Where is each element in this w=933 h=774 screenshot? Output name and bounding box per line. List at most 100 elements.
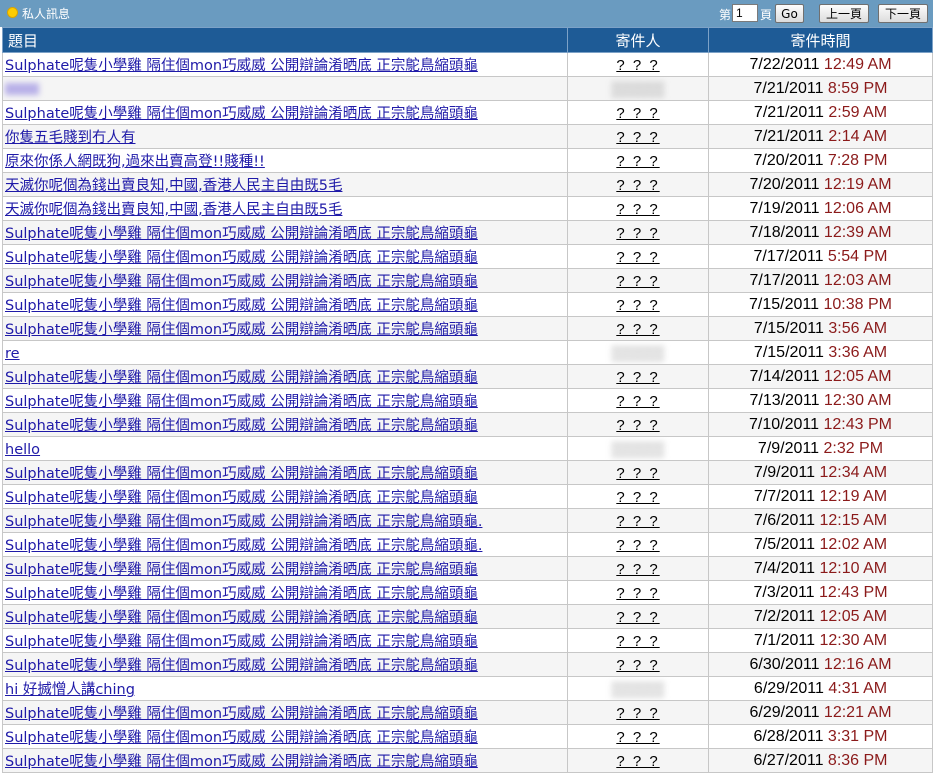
subject-link[interactable]: Sulphate呢隻小學雞 隔住個mon巧威威 公開辯論淆晒底 正宗鴕鳥縮頭龜 bbox=[5, 106, 478, 122]
sender-link[interactable]: ? ? ? bbox=[616, 57, 659, 74]
sender-link[interactable]: ? ? ? bbox=[616, 321, 659, 338]
sender-link[interactable]: ? ? ? bbox=[616, 465, 659, 482]
sender-link[interactable]: ? ? ? bbox=[616, 513, 659, 530]
sent-clock-time: 12:19 AM bbox=[819, 487, 888, 505]
sender-link[interactable]: ? ? ? bbox=[616, 633, 659, 650]
subject-link[interactable]: Sulphate呢隻小學雞 隔住個mon巧威威 公開辯論淆晒底 正宗鴕鳥縮頭龜 bbox=[5, 754, 478, 770]
sender-link[interactable]: ? ? ? bbox=[616, 393, 659, 410]
subject-link[interactable]: Sulphate呢隻小學雞 隔住個mon巧威威 公開辯論淆晒底 正宗鴕鳥縮頭龜 bbox=[5, 370, 478, 386]
subject-link[interactable]: Sulphate呢隻小學雞 隔住個mon巧威威 公開辯論淆晒底 正宗鴕鳥縮頭龜 bbox=[5, 562, 478, 578]
subject-link[interactable]: 天滅你呢個為錢出賣良知,中國,香港人民主自由既5毛 bbox=[5, 202, 342, 218]
next-page-button[interactable]: 下一頁 bbox=[878, 4, 928, 23]
sent-clock-time: 3:36 AM bbox=[828, 343, 888, 361]
subject-link[interactable]: Sulphate呢隻小學雞 隔住個mon巧威威 公開辯論淆晒底 正宗鴕鳥縮頭龜 bbox=[5, 298, 478, 314]
table-row: Sulphate呢隻小學雞 隔住個mon巧威威 公開辯論淆晒底 正宗鴕鳥縮頭龜?… bbox=[2, 700, 933, 725]
subject-link[interactable]: Sulphate呢隻小學雞 隔住個mon巧威威 公開辯論淆晒底 正宗鴕鳥縮頭龜 bbox=[5, 730, 478, 746]
sent-time-cell: 7/17/2011 5:54 PM bbox=[708, 244, 933, 269]
subject-cell: 你隻五毛賤到冇人有 bbox=[2, 124, 568, 149]
sender-link[interactable]: ? ? ? bbox=[616, 249, 659, 266]
subject-link[interactable]: Sulphate呢隻小學雞 隔住個mon巧威威 公開辯論淆晒底 正宗鴕鳥縮頭龜. bbox=[5, 538, 482, 554]
redacted-sender[interactable]: ▒▒▒▒▒ bbox=[611, 681, 664, 698]
sender-link[interactable]: ? ? ? bbox=[616, 537, 659, 554]
column-header-subject[interactable]: 題目 bbox=[2, 27, 568, 53]
redacted-sender[interactable]: ▒▒▒▒▒ bbox=[611, 345, 664, 362]
sent-date: 6/30/2011 bbox=[749, 655, 820, 673]
subject-link[interactable]: hello bbox=[5, 442, 40, 458]
column-header-time[interactable]: 寄件時間 bbox=[708, 27, 933, 53]
sender-cell: ? ? ? bbox=[567, 604, 709, 629]
subject-link[interactable]: Sulphate呢隻小學雞 隔住個mon巧威威 公開辯論淆晒底 正宗鴕鳥縮頭龜 bbox=[5, 706, 478, 722]
sender-cell: ? ? ? bbox=[567, 268, 709, 293]
subject-link[interactable]: 你隻五毛賤到冇人有 bbox=[5, 130, 136, 146]
subject-cell: Sulphate呢隻小學雞 隔住個mon巧威威 公開辯論淆晒底 正宗鴕鳥縮頭龜 bbox=[2, 52, 568, 77]
page-number-input[interactable] bbox=[732, 4, 758, 22]
sent-clock-time: 10:38 PM bbox=[823, 295, 892, 313]
subject-link[interactable]: Sulphate呢隻小學雞 隔住個mon巧威威 公開辯論淆晒底 正宗鴕鳥縮頭龜 bbox=[5, 58, 478, 74]
sender-link[interactable]: ? ? ? bbox=[616, 657, 659, 674]
table-row: Sulphate呢隻小學雞 隔住個mon巧威威 公開辯論淆晒底 正宗鴕鳥縮頭龜?… bbox=[2, 628, 933, 653]
subject-link[interactable]: hi 好搣憎人講ching bbox=[5, 682, 135, 698]
sent-date: 7/14/2011 bbox=[749, 367, 820, 385]
table-row: Sulphate呢隻小學雞 隔住個mon巧威威 公開辯論淆晒底 正宗鴕鳥縮頭龜?… bbox=[2, 316, 933, 341]
sender-link[interactable]: ? ? ? bbox=[616, 561, 659, 578]
sender-link[interactable]: ? ? ? bbox=[616, 753, 659, 770]
sent-time-cell: 7/14/2011 12:05 AM bbox=[708, 364, 933, 389]
table-row: Sulphate呢隻小學雞 隔住個mon巧威威 公開辯論淆晒底 正宗鴕鳥縮頭龜?… bbox=[2, 652, 933, 677]
sent-clock-time: 12:34 AM bbox=[819, 463, 888, 481]
subject-link[interactable]: Sulphate呢隻小學雞 隔住個mon巧威威 公開辯論淆晒底 正宗鴕鳥縮頭龜 bbox=[5, 610, 478, 626]
subject-link[interactable]: Sulphate呢隻小學雞 隔住個mon巧威威 公開辯論淆晒底 正宗鴕鳥縮頭龜 bbox=[5, 250, 478, 266]
sender-cell: ▒▒▒▒▒ bbox=[567, 76, 709, 101]
table-row: Sulphate呢隻小學雞 隔住個mon巧威威 公開辯論淆晒底 正宗鴕鳥縮頭龜?… bbox=[2, 460, 933, 485]
sender-link[interactable]: ? ? ? bbox=[616, 105, 659, 122]
sender-link[interactable]: ? ? ? bbox=[616, 129, 659, 146]
table-row: Sulphate呢隻小學雞 隔住個mon巧威威 公開辯論淆晒底 正宗鴕鳥縮頭龜?… bbox=[2, 100, 933, 125]
subject-link[interactable]: Sulphate呢隻小學雞 隔住個mon巧威威 公開辯論淆晒底 正宗鴕鳥縮頭龜 bbox=[5, 634, 478, 650]
sender-link[interactable]: ? ? ? bbox=[616, 705, 659, 722]
sent-time-cell: 7/21/2011 2:59 AM bbox=[708, 100, 933, 125]
subject-cell: hi 好搣憎人講ching bbox=[2, 676, 568, 701]
subject-link[interactable]: 天滅你呢個為錢出賣良知,中國,香港人民主自由既5毛 bbox=[5, 178, 342, 194]
subject-link[interactable]: Sulphate呢隻小學雞 隔住個mon巧威威 公開辯論淆晒底 正宗鴕鳥縮頭龜 bbox=[5, 418, 478, 434]
sender-link[interactable]: ? ? ? bbox=[616, 153, 659, 170]
subject-link[interactable]: Sulphate呢隻小學雞 隔住個mon巧威威 公開辯論淆晒底 正宗鴕鳥縮頭龜 bbox=[5, 226, 478, 242]
sent-time-cell: 7/1/2011 12:30 AM bbox=[708, 628, 933, 653]
subject-link[interactable]: Sulphate呢隻小學雞 隔住個mon巧威威 公開辯論淆晒底 正宗鴕鳥縮頭龜 bbox=[5, 586, 478, 602]
column-header-sender[interactable]: 寄件人 bbox=[567, 27, 709, 53]
sent-time-cell: 7/22/2011 12:49 AM bbox=[708, 52, 933, 77]
sender-link[interactable]: ? ? ? bbox=[616, 201, 659, 218]
subject-link[interactable]: Sulphate呢隻小學雞 隔住個mon巧威威 公開辯論淆晒底 正宗鴕鳥縮頭龜 bbox=[5, 466, 478, 482]
subject-link[interactable]: 原來你係人網既狗,過來出賣高登!!賤種!! bbox=[5, 154, 265, 170]
subject-link[interactable]: Sulphate呢隻小學雞 隔住個mon巧威威 公開辯論淆晒底 正宗鴕鳥縮頭龜 bbox=[5, 322, 478, 338]
table-row: Sulphate呢隻小學雞 隔住個mon巧威威 公開辯論淆晒底 正宗鴕鳥縮頭龜?… bbox=[2, 364, 933, 389]
sent-time-cell: 7/15/2011 3:36 AM bbox=[708, 340, 933, 365]
subject-link[interactable]: Sulphate呢隻小學雞 隔住個mon巧威威 公開辯論淆晒底 正宗鴕鳥縮頭龜 bbox=[5, 394, 478, 410]
sender-link[interactable]: ? ? ? bbox=[616, 177, 659, 194]
sent-time-cell: 7/4/2011 12:10 AM bbox=[708, 556, 933, 581]
sender-cell: ? ? ? bbox=[567, 580, 709, 605]
sender-link[interactable]: ? ? ? bbox=[616, 273, 659, 290]
sender-link[interactable]: ? ? ? bbox=[616, 369, 659, 386]
subject-cell: Sulphate呢隻小學雞 隔住個mon巧威威 公開辯論淆晒底 正宗鴕鳥縮頭龜 bbox=[2, 700, 568, 725]
redacted-subject[interactable] bbox=[5, 83, 39, 95]
sender-link[interactable]: ? ? ? bbox=[616, 417, 659, 434]
sender-link[interactable]: ? ? ? bbox=[616, 729, 659, 746]
subject-link[interactable]: Sulphate呢隻小學雞 隔住個mon巧威威 公開辯論淆晒底 正宗鴕鳥縮頭龜 bbox=[5, 658, 478, 674]
subject-link[interactable]: re bbox=[5, 346, 20, 362]
sender-link[interactable]: ? ? ? bbox=[616, 489, 659, 506]
sent-clock-time: 4:31 AM bbox=[828, 679, 888, 697]
go-button[interactable]: Go bbox=[775, 4, 804, 23]
sender-cell: ? ? ? bbox=[567, 364, 709, 389]
sent-time-cell: 6/30/2011 12:16 AM bbox=[708, 652, 933, 677]
redacted-sender[interactable]: ▒▒▒▒▒ bbox=[611, 81, 664, 98]
prev-page-button[interactable]: 上一頁 bbox=[819, 4, 869, 23]
subject-link[interactable]: Sulphate呢隻小學雞 隔住個mon巧威威 公開辯論淆晒底 正宗鴕鳥縮頭龜 bbox=[5, 490, 478, 506]
subject-link[interactable]: Sulphate呢隻小學雞 隔住個mon巧威威 公開辯論淆晒底 正宗鴕鳥縮頭龜 bbox=[5, 274, 478, 290]
sender-link[interactable]: ? ? ? bbox=[616, 297, 659, 314]
sender-link[interactable]: ? ? ? bbox=[616, 585, 659, 602]
sent-clock-time: 12:16 AM bbox=[823, 655, 892, 673]
subject-link[interactable]: Sulphate呢隻小學雞 隔住個mon巧威威 公開辯論淆晒底 正宗鴕鳥縮頭龜. bbox=[5, 514, 482, 530]
table-row: Sulphate呢隻小學雞 隔住個mon巧威威 公開辯論淆晒底 正宗鴕鳥縮頭龜?… bbox=[2, 580, 933, 605]
redacted-sender[interactable]: ▒▒▒▒▒ bbox=[611, 441, 664, 458]
sender-link[interactable]: ? ? ? bbox=[616, 225, 659, 242]
sender-link[interactable]: ? ? ? bbox=[616, 609, 659, 626]
